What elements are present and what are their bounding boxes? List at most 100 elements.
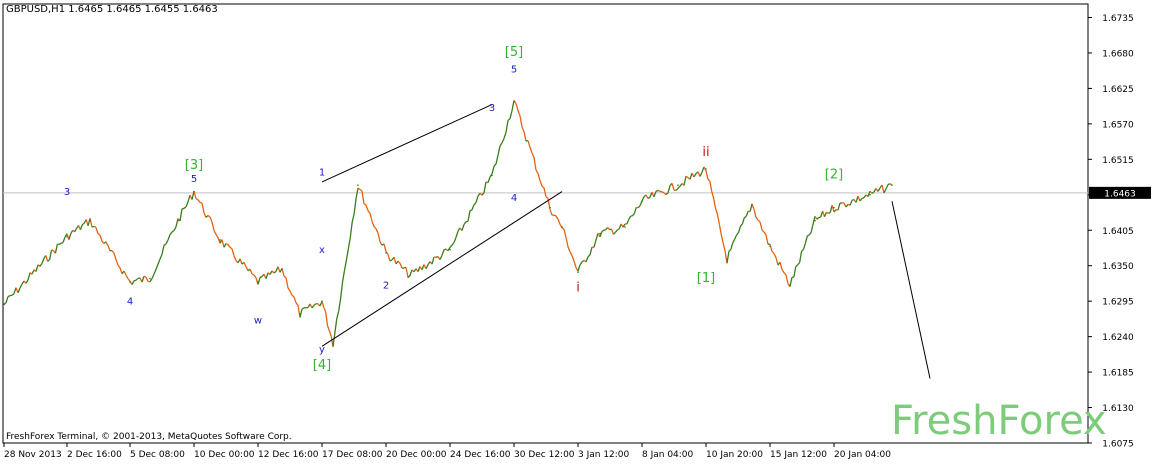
ohlc-values: 1.6465 1.6465 1.6455 1.6463 (68, 4, 218, 15)
price-segment (184, 207, 186, 209)
price-segment (272, 271, 274, 273)
price-segment (335, 318, 337, 332)
price-segment (700, 172, 702, 176)
price-segment (629, 216, 631, 219)
price-segment (329, 331, 331, 337)
price-segment (82, 223, 84, 224)
price-segment (558, 219, 560, 224)
price-segment (850, 200, 852, 205)
price-segment (454, 237, 456, 242)
wave-label: 4 (511, 193, 517, 204)
price-segment (536, 170, 538, 173)
price-segment (512, 101, 514, 111)
y-tick-label: 1.6735 (1102, 14, 1134, 24)
price-segment (50, 250, 52, 260)
price-point (561, 226, 563, 228)
price-segment (312, 305, 314, 308)
y-tick-label: 1.6295 (1102, 298, 1134, 308)
price-segment (494, 164, 496, 166)
price-segment (604, 230, 606, 231)
price-segment (613, 232, 615, 234)
price-segment (516, 103, 518, 110)
price-segment (160, 254, 162, 259)
price-segment (794, 267, 796, 278)
price-segment (488, 177, 490, 183)
price-segment (96, 227, 98, 233)
price-segment (506, 120, 508, 132)
price-segment (232, 249, 234, 256)
price-segment (292, 295, 294, 297)
price-segment (92, 226, 94, 227)
price-point (705, 168, 707, 170)
price-segment (803, 243, 805, 249)
x-tick-label: 20 Jan 04:00 (834, 450, 891, 460)
wave-label: 3 (489, 103, 495, 114)
symbol-ohlc-label: GBPUSD,H1 1.6465 1.6465 1.6455 1.6463 (6, 4, 218, 15)
price-segment (258, 277, 260, 284)
price-segment (764, 232, 766, 235)
x-tick-label: 10 Dec 00:00 (194, 450, 255, 460)
price-segment (452, 243, 454, 246)
price-segment (766, 235, 768, 244)
price-segment (360, 189, 362, 191)
price-segment (146, 277, 148, 281)
current-price-label: 1.6463 (1104, 189, 1136, 199)
price-segment (538, 173, 540, 180)
price-segment (75, 228, 77, 231)
price-segment (762, 230, 764, 232)
price-segment (886, 185, 888, 189)
price-segment (202, 203, 204, 213)
price-point (332, 342, 334, 344)
price-point (491, 175, 493, 177)
price-segment (746, 211, 748, 216)
price-segment (658, 190, 660, 191)
price-segment (468, 211, 470, 222)
price-segment (230, 247, 232, 249)
price-segment (802, 249, 804, 251)
price-segment (742, 218, 744, 224)
price-segment (828, 213, 830, 214)
price-segment (345, 260, 347, 270)
price-point (814, 220, 816, 222)
price-segment (440, 255, 442, 259)
wave-label: w (254, 316, 262, 327)
x-tick-label: 10 Jan 20:00 (706, 450, 763, 460)
price-segment (198, 200, 200, 203)
price-segment (102, 241, 104, 243)
price-segment (156, 264, 158, 269)
price-segment (612, 229, 614, 234)
price-point (549, 207, 551, 209)
price-segment (832, 205, 834, 212)
price-segment (120, 268, 122, 274)
price-segment (733, 239, 735, 243)
price-segment (809, 233, 811, 235)
price-segment (518, 111, 520, 116)
price-segment (394, 257, 396, 264)
y-tick-label: 1.6350 (1102, 262, 1134, 272)
price-segment (174, 227, 176, 231)
price-segment (550, 210, 552, 215)
wave-label: 5 (191, 174, 197, 185)
price-segment (717, 214, 719, 224)
price-segment (770, 244, 772, 251)
wave-label: y (319, 345, 325, 356)
price-segment (756, 217, 758, 220)
price-segment (508, 119, 510, 121)
price-segment (884, 189, 886, 193)
price-segment (496, 155, 498, 164)
price-point (149, 278, 151, 280)
price-segment (90, 218, 92, 227)
price-segment (162, 245, 164, 254)
price-segment (760, 222, 762, 230)
price-segment (807, 235, 809, 236)
price-point (869, 194, 871, 196)
trend-line (322, 192, 562, 347)
price-segment (586, 257, 588, 262)
wave-label: 1 (319, 167, 325, 178)
price-segment (796, 265, 798, 267)
price-segment (186, 202, 188, 207)
price-segment (302, 308, 304, 309)
wave-label: 5 (511, 64, 517, 75)
y-tick-label: 1.6405 (1102, 227, 1134, 237)
price-segment (152, 274, 154, 279)
